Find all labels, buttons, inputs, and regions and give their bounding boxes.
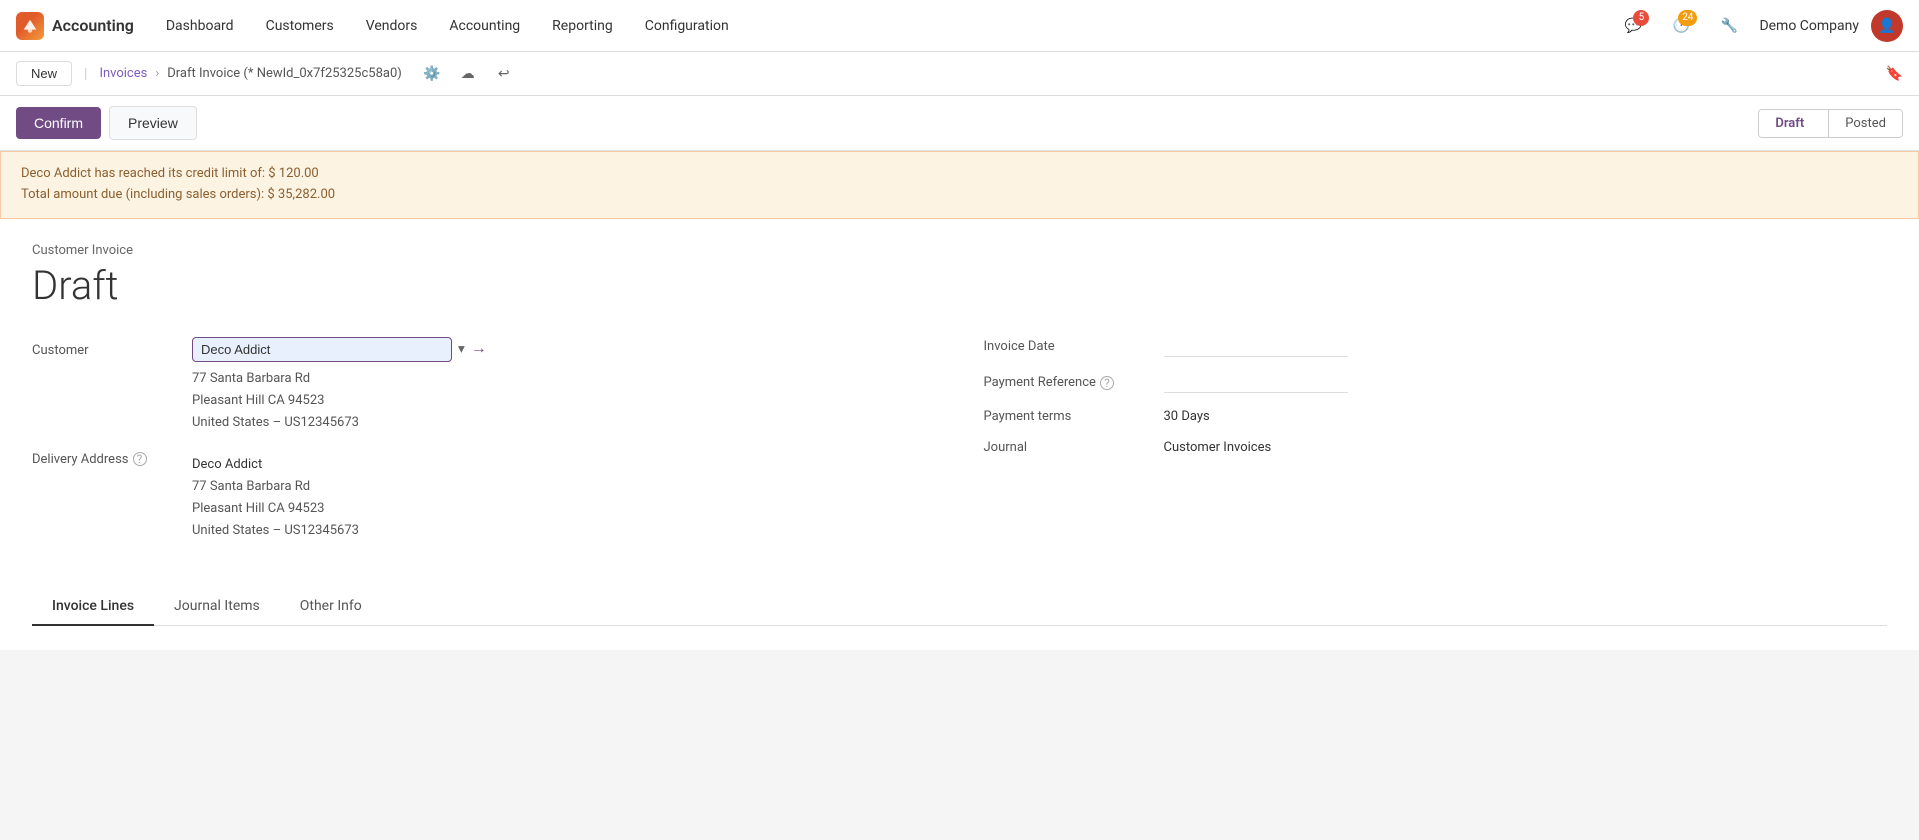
upload-icon: ☁ bbox=[461, 66, 475, 82]
nav-menu: Dashboard Customers Vendors Accounting R… bbox=[150, 0, 1616, 52]
delivery-address: Deco Addict 77 Santa Barbara Rd Pleasant… bbox=[192, 454, 359, 542]
clock-badge: 24 bbox=[1678, 10, 1697, 26]
status-draft[interactable]: Draft bbox=[1759, 110, 1828, 137]
payment-terms-row: Payment terms 30 Days bbox=[984, 409, 1888, 424]
address-line3: United States – US12345673 bbox=[192, 412, 936, 434]
payment-terms-value[interactable]: 30 Days bbox=[1164, 409, 1210, 424]
breadcrumb-chevron: › bbox=[155, 66, 159, 81]
wrench-icon: 🔧 bbox=[1721, 18, 1738, 34]
top-nav: Accounting Dashboard Customers Vendors A… bbox=[0, 0, 1919, 52]
invoice-date-row: Invoice Date bbox=[984, 337, 1888, 357]
warning-line2: Total amount due (including sales orders… bbox=[21, 185, 1898, 206]
tab-invoice-lines[interactable]: Invoice Lines bbox=[32, 588, 154, 626]
preview-button[interactable]: Preview bbox=[109, 106, 197, 140]
gear-icon: ⚙️ bbox=[423, 66, 440, 82]
journal-label: Journal bbox=[984, 440, 1164, 455]
customer-external-link-btn[interactable]: → bbox=[471, 340, 487, 358]
company-name: Demo Company bbox=[1759, 18, 1859, 34]
breadcrumb-right: 🔖 bbox=[1886, 66, 1903, 82]
nav-vendors[interactable]: Vendors bbox=[350, 0, 434, 52]
tabs-bar: Invoice Lines Journal Items Other Info bbox=[32, 588, 1887, 626]
journal-value[interactable]: Customer Invoices bbox=[1164, 440, 1272, 455]
app-logo[interactable]: Accounting bbox=[16, 12, 134, 40]
delivery-label: Delivery Address ? bbox=[32, 450, 192, 467]
form-left: Customer ▾ → 77 Santa Barbara Rd Pleasan… bbox=[32, 337, 936, 557]
warning-line1: Deco Addict has reached its credit limit… bbox=[21, 164, 1898, 185]
customer-label: Customer bbox=[32, 337, 192, 358]
clock-notifications-btn[interactable]: 🕐 24 bbox=[1663, 8, 1699, 44]
payment-ref-row: Payment Reference ? bbox=[984, 373, 1888, 393]
delivery-line3: United States – US12345673 bbox=[192, 520, 359, 542]
customer-row: Customer ▾ → bbox=[32, 337, 936, 362]
avatar-icon: 👤 bbox=[1878, 18, 1895, 34]
tab-other-info[interactable]: Other Info bbox=[280, 588, 382, 626]
form-right: Invoice Date Payment Reference ? Payment… bbox=[984, 337, 1888, 557]
bookmark-btn[interactable]: 🔖 bbox=[1886, 66, 1903, 82]
form-section: Customer ▾ → 77 Santa Barbara Rd Pleasan… bbox=[32, 337, 1887, 557]
breadcrumb-icons: ⚙️ ☁ ↩ bbox=[418, 60, 518, 88]
nav-configuration[interactable]: Configuration bbox=[629, 0, 745, 52]
delivery-line2: Pleasant Hill CA 94523 bbox=[192, 498, 359, 520]
undo-icon-btn[interactable]: ↩ bbox=[490, 60, 518, 88]
action-bar: Confirm Preview Draft Posted bbox=[0, 96, 1919, 151]
delivery-help-icon: ? bbox=[133, 452, 147, 466]
journal-row: Journal Customer Invoices bbox=[984, 440, 1888, 455]
payment-terms-label: Payment terms bbox=[984, 409, 1164, 424]
tab-journal-items[interactable]: Journal Items bbox=[154, 588, 280, 626]
invoice-title: Draft bbox=[32, 262, 1887, 309]
payment-ref-input[interactable] bbox=[1164, 373, 1348, 393]
chat-badge: 5 bbox=[1633, 10, 1649, 26]
logo-icon bbox=[16, 12, 44, 40]
invoice-date-input[interactable] bbox=[1164, 337, 1348, 357]
new-button[interactable]: New bbox=[16, 61, 72, 86]
main-content: Customer Invoice Draft Customer ▾ → 77 S… bbox=[0, 219, 1919, 651]
customer-address: 77 Santa Barbara Rd Pleasant Hill CA 945… bbox=[192, 368, 936, 434]
nav-customers[interactable]: Customers bbox=[250, 0, 350, 52]
delivery-row: Delivery Address ? Deco Addict 77 Santa … bbox=[32, 450, 936, 542]
breadcrumb-current: Draft Invoice (* NewId_0x7f25325c58a0) bbox=[167, 66, 402, 81]
upload-icon-btn[interactable]: ☁ bbox=[454, 60, 482, 88]
nav-accounting[interactable]: Accounting bbox=[433, 0, 536, 52]
status-bar: Draft Posted bbox=[1758, 109, 1903, 138]
invoice-date-label: Invoice Date bbox=[984, 339, 1164, 354]
payment-ref-label: Payment Reference ? bbox=[984, 375, 1164, 390]
customer-dropdown-btn[interactable]: ▾ bbox=[458, 341, 465, 357]
delivery-line1: 77 Santa Barbara Rd bbox=[192, 476, 359, 498]
settings-btn[interactable]: 🔧 bbox=[1711, 8, 1747, 44]
customer-address-row: 77 Santa Barbara Rd Pleasant Hill CA 945… bbox=[192, 368, 936, 434]
customer-input-wrap: ▾ → bbox=[192, 337, 936, 362]
chat-notifications-btn[interactable]: 💬 5 bbox=[1615, 8, 1651, 44]
settings-icon-btn[interactable]: ⚙️ bbox=[418, 60, 446, 88]
address-line2: Pleasant Hill CA 94523 bbox=[192, 390, 936, 412]
nav-right: 💬 5 🕐 24 🔧 Demo Company 👤 bbox=[1615, 8, 1903, 44]
payment-ref-help-icon: ? bbox=[1100, 376, 1114, 390]
status-posted[interactable]: Posted bbox=[1828, 110, 1902, 137]
breadcrumb-parent[interactable]: Invoices bbox=[99, 66, 147, 81]
app-name: Accounting bbox=[52, 16, 134, 35]
breadcrumb-bar: New | Invoices › Draft Invoice (* NewId_… bbox=[0, 52, 1919, 96]
delivery-name: Deco Addict bbox=[192, 454, 359, 476]
address-line1: 77 Santa Barbara Rd bbox=[192, 368, 936, 390]
customer-input[interactable] bbox=[192, 337, 452, 362]
confirm-button[interactable]: Confirm bbox=[16, 107, 101, 139]
status-steps: Draft Posted bbox=[1758, 109, 1903, 138]
invoice-type-label: Customer Invoice bbox=[32, 243, 1887, 258]
warning-banner: Deco Addict has reached its credit limit… bbox=[0, 151, 1919, 219]
nav-reporting[interactable]: Reporting bbox=[536, 0, 629, 52]
user-avatar[interactable]: 👤 bbox=[1871, 10, 1903, 42]
breadcrumb-separator-1: | bbox=[84, 66, 87, 82]
undo-icon: ↩ bbox=[498, 66, 510, 82]
nav-dashboard[interactable]: Dashboard bbox=[150, 0, 250, 52]
